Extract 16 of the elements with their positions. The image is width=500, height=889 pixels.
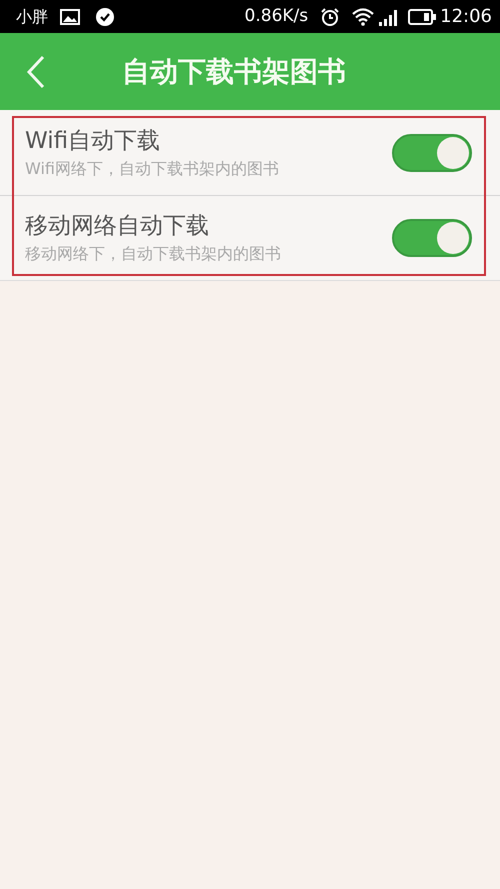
- toggle-switch[interactable]: [392, 134, 472, 172]
- wifi-icon: [352, 8, 374, 26]
- toggle-switch[interactable]: [392, 219, 472, 257]
- back-icon: [26, 54, 46, 88]
- network-speed: 0.86K/s: [244, 4, 308, 28]
- alarm-clock-icon: [320, 6, 340, 26]
- image-icon: [60, 8, 80, 24]
- page-title: 自动下载书架图书: [122, 54, 346, 90]
- setting-title: 移动网络自动下载: [25, 212, 210, 241]
- check-circle-icon: [96, 8, 114, 26]
- battery-icon: [408, 8, 436, 24]
- setting-description: 移动网络下，自动下载书架内的图书: [25, 243, 282, 265]
- clock-time: 12:06: [440, 5, 492, 29]
- setting-description: Wifi网络下，自动下载书架内的图书: [25, 158, 280, 180]
- carrier-name: 小胖: [15, 6, 48, 28]
- setting-title: Wifi自动下载: [25, 126, 162, 156]
